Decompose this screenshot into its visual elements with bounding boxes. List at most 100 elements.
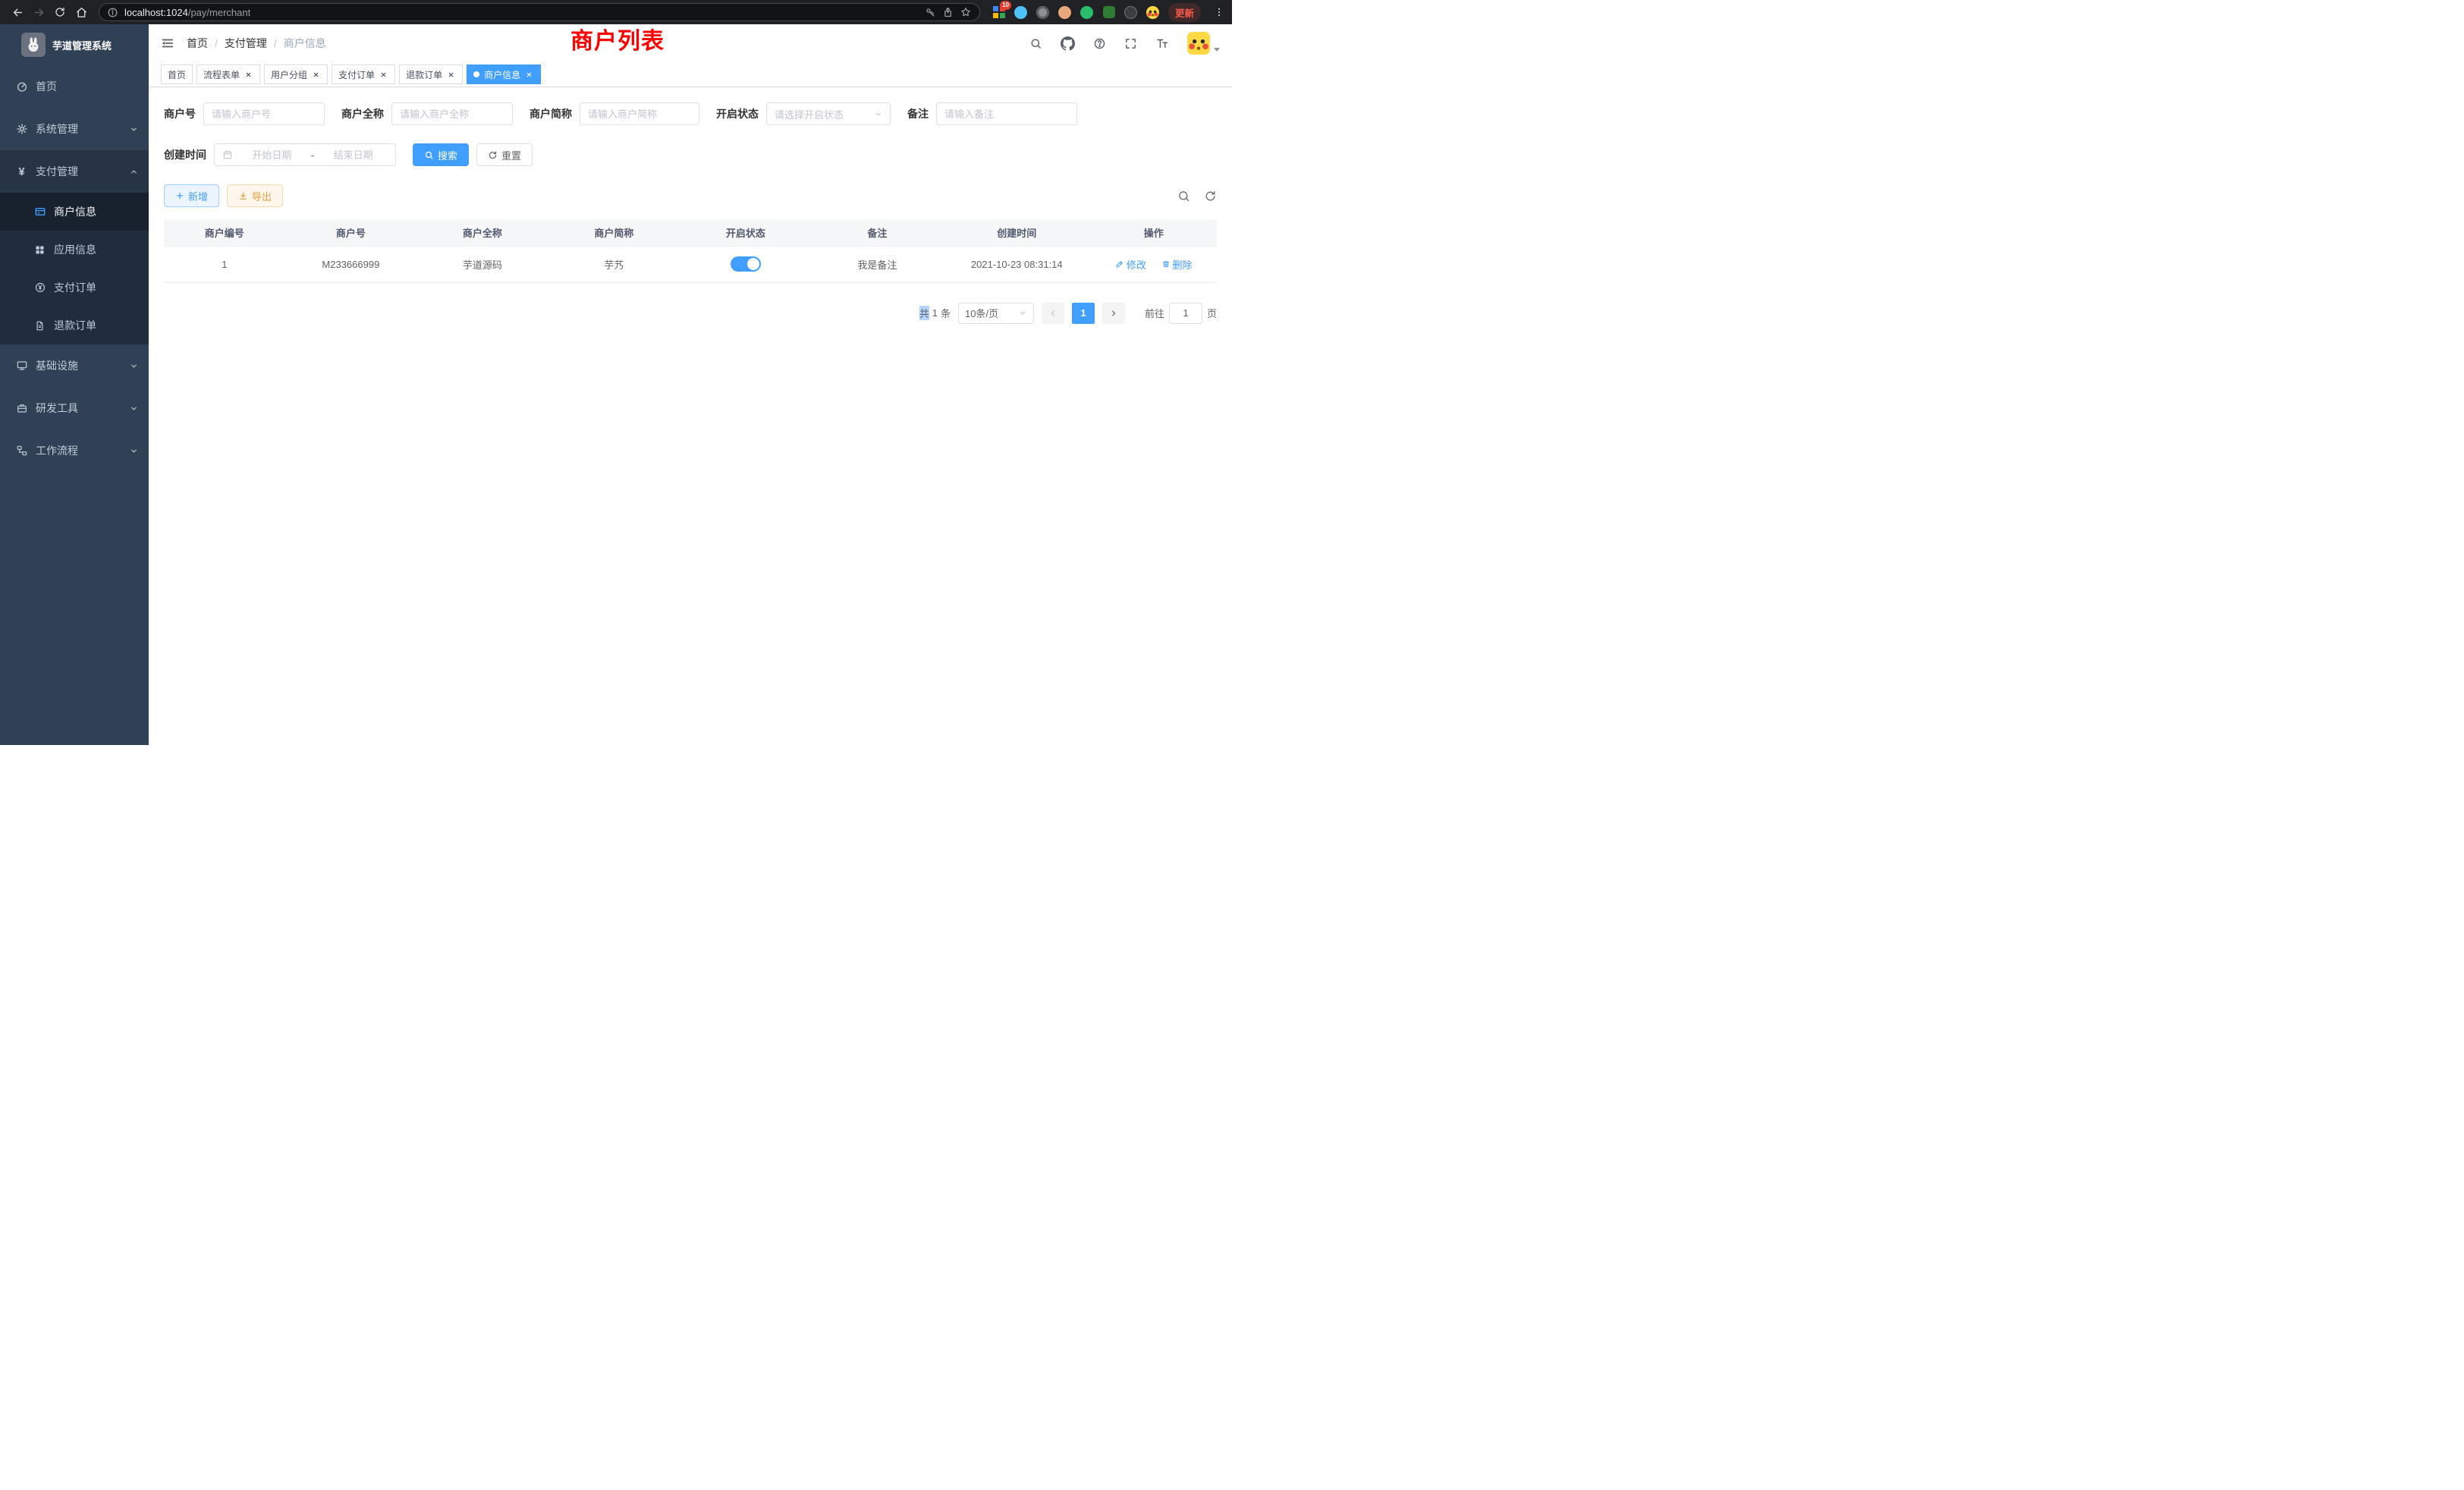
tabs-bar: 首页 流程表单 用户分组 支付订单 退款订单 [149, 62, 1232, 87]
extension-avatar-icon[interactable] [1058, 5, 1072, 19]
home-icon[interactable] [71, 2, 91, 22]
browser-menu-icon[interactable] [1214, 6, 1224, 18]
sidebar-item-home[interactable]: 首页 [0, 65, 149, 108]
breadcrumb-payment[interactable]: 支付管理 [225, 36, 267, 51]
password-key-icon[interactable] [925, 7, 936, 18]
refresh-icon[interactable] [1204, 190, 1217, 203]
col-status: 开启状态 [680, 219, 812, 246]
chevron-down-icon [1019, 309, 1027, 317]
filter-create-time: 创建时间 - [164, 143, 396, 166]
search-button[interactable]: 搜索 [413, 143, 469, 166]
extension-pin-icon[interactable] [1014, 5, 1028, 19]
col-short-name: 商户简称 [548, 219, 680, 246]
reload-icon[interactable] [50, 2, 70, 22]
filter-row-2: 创建时间 - 搜索 重置 [164, 143, 1217, 166]
hamburger-icon[interactable] [161, 36, 174, 50]
merchant-no-input[interactable] [212, 108, 316, 120]
toggle-search-icon[interactable] [1177, 190, 1190, 203]
logo-avatar [21, 33, 46, 57]
update-button[interactable]: 更新 [1168, 3, 1201, 22]
sidebar-item-pay-order[interactable]: 支付订单 [0, 269, 149, 306]
extensions-grid-icon[interactable]: 10 [992, 5, 1006, 19]
export-button[interactable]: 导出 [227, 184, 283, 207]
close-icon[interactable] [378, 69, 388, 80]
fullscreen-icon[interactable] [1124, 37, 1137, 50]
tab-pay-order[interactable]: 支付订单 [332, 64, 395, 84]
cell-full-name: 芋道源码 [416, 246, 548, 282]
back-icon[interactable] [8, 2, 27, 22]
font-size-icon[interactable] [1155, 36, 1169, 50]
github-icon[interactable] [1061, 36, 1075, 51]
extension-check-icon[interactable] [1080, 5, 1094, 19]
workflow-icon [15, 445, 28, 457]
status-toggle[interactable] [731, 256, 761, 272]
prev-page-button[interactable] [1042, 303, 1064, 324]
forward-icon[interactable] [29, 2, 49, 22]
total-count: 1 [932, 307, 938, 319]
table-header-row: 商户编号 商户号 商户全称 商户简称 开启状态 备注 创建时间 操作 [164, 219, 1217, 246]
tab-refund-order[interactable]: 退款订单 [399, 64, 463, 84]
extension-badge: 10 [1000, 1, 1011, 10]
delete-link[interactable]: 删除 [1161, 257, 1193, 272]
extensions-area: 10 更新 [992, 3, 1224, 22]
merchant-short-input[interactable] [588, 108, 691, 120]
next-page-button[interactable] [1102, 303, 1125, 324]
col-actions: 操作 [1090, 219, 1217, 246]
breadcrumb-home[interactable]: 首页 [187, 36, 208, 51]
page-size-select[interactable]: 10条/页 [958, 303, 1034, 324]
search-icon[interactable] [1029, 37, 1042, 50]
url-text[interactable]: localhost:1024/pay/merchant [124, 7, 250, 18]
extension-green-icon[interactable] [1102, 5, 1116, 19]
merchant-card-icon [33, 206, 46, 218]
tab-merchant-info[interactable]: 商户信息 [467, 64, 541, 84]
user-menu[interactable] [1187, 32, 1220, 55]
extension-circle-icon[interactable] [1036, 5, 1050, 19]
sidebar-item-infra[interactable]: 基础设施 [0, 344, 149, 387]
page-number-1[interactable]: 1 [1072, 303, 1095, 324]
goto-page-input[interactable] [1169, 303, 1202, 324]
share-icon[interactable] [942, 7, 954, 18]
goto-page: 前往 页 [1145, 303, 1217, 324]
add-button[interactable]: 新增 [164, 184, 219, 207]
close-icon[interactable] [523, 69, 534, 80]
sidebar-item-devtools[interactable]: 研发工具 [0, 387, 149, 429]
sidebar-item-workflow[interactable]: 工作流程 [0, 429, 149, 472]
date-start-input[interactable] [237, 149, 306, 161]
tab-home[interactable]: 首页 [161, 64, 193, 84]
extension-emoji-icon[interactable] [1146, 5, 1160, 19]
close-icon[interactable] [243, 69, 253, 80]
date-range-picker[interactable]: - [214, 143, 396, 166]
chevron-up-icon [130, 168, 138, 176]
pay-order-icon [33, 281, 46, 294]
remark-input[interactable] [944, 108, 1069, 120]
date-end-input[interactable] [319, 149, 388, 161]
sidebar-item-merchant-info[interactable]: 商户信息 [0, 193, 149, 231]
filter-row-1: 商户号 商户全称 商户简称 开启状态 请选择开启状态 [164, 102, 1217, 125]
sidebar-item-refund-order[interactable]: 退款订单 [0, 306, 149, 344]
merchant-name-input[interactable] [400, 108, 504, 120]
close-icon[interactable] [310, 69, 321, 80]
bookmark-star-icon[interactable] [960, 6, 972, 18]
sidebar-item-system[interactable]: 系统管理 [0, 108, 149, 150]
tab-process-form[interactable]: 流程表单 [196, 64, 260, 84]
address-bar[interactable]: localhost:1024/pay/merchant [99, 3, 980, 21]
status-select[interactable]: 请选择开启状态 [766, 102, 891, 125]
breadcrumb: 首页 / 支付管理 / 商户信息 [187, 36, 326, 51]
edit-link[interactable]: 修改 [1115, 257, 1146, 272]
extension-cat-icon[interactable] [1124, 5, 1138, 19]
breadcrumb-current: 商户信息 [284, 36, 326, 51]
tab-user-group[interactable]: 用户分组 [264, 64, 328, 84]
page-content: 商户号 商户全称 商户简称 开启状态 请选择开启状态 [149, 87, 1232, 745]
info-icon[interactable] [107, 7, 118, 18]
reset-button[interactable]: 重置 [476, 143, 533, 166]
help-icon[interactable] [1093, 37, 1106, 50]
sidebar-item-app-info[interactable]: 应用信息 [0, 231, 149, 269]
browser-toolbar: localhost:1024/pay/merchant 10 [0, 0, 1232, 24]
close-icon[interactable] [445, 69, 456, 80]
app-logo[interactable]: 芋道管理系统 [0, 24, 149, 65]
merchant-table: 商户编号 商户号 商户全称 商户简称 开启状态 备注 创建时间 操作 1 [164, 219, 1217, 283]
sidebar-item-payment[interactable]: ¥ 支付管理 [0, 150, 149, 193]
pagination: 共 1 条 10条/页 1 前 [164, 303, 1217, 324]
chevron-down-icon [130, 362, 138, 370]
goto-suffix: 页 [1207, 306, 1217, 320]
